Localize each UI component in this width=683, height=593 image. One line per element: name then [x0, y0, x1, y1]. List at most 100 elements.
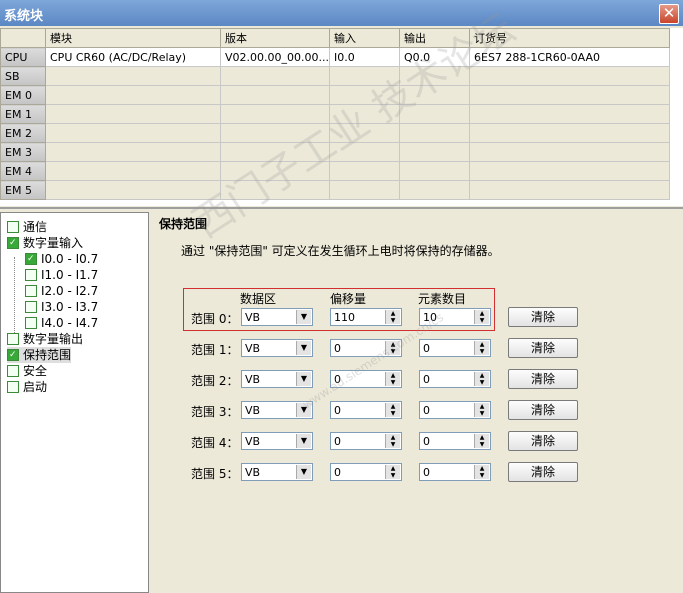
tree-item[interactable]: 通信	[7, 219, 47, 235]
element-count-stepper[interactable]: 0 ▲ ▼	[419, 463, 491, 481]
spin-arrows-icon[interactable]: ▲ ▼	[385, 403, 400, 417]
cell-input[interactable]	[329, 104, 400, 124]
chevron-down-icon[interactable]: ▼	[296, 310, 311, 324]
cell-version[interactable]	[220, 142, 330, 162]
cell-input[interactable]	[329, 142, 400, 162]
cell-input[interactable]	[329, 180, 400, 200]
element-count-stepper[interactable]: 0 ▲ ▼	[419, 401, 491, 419]
spin-arrows-icon[interactable]: ▲ ▼	[385, 341, 400, 355]
tree-item[interactable]: I0.0 - I0.7	[25, 251, 98, 267]
cell-output[interactable]	[399, 85, 470, 105]
cell-module[interactable]	[45, 123, 221, 143]
cell-output[interactable]	[399, 142, 470, 162]
cell-output[interactable]	[399, 180, 470, 200]
grid-header-3[interactable]: 输入	[329, 28, 400, 48]
cell-output[interactable]	[399, 161, 470, 181]
cell-output[interactable]	[399, 123, 470, 143]
spin-arrows-icon[interactable]: ▲ ▼	[474, 465, 489, 479]
cell-module[interactable]	[45, 104, 221, 124]
data-area-select[interactable]: VB ▼	[241, 370, 313, 388]
tree-item[interactable]: 保持范围	[7, 347, 72, 363]
spin-arrows-icon[interactable]: ▲ ▼	[385, 372, 400, 386]
spin-arrows-icon[interactable]: ▲ ▼	[474, 341, 489, 355]
element-count-stepper[interactable]: 0 ▲ ▼	[419, 432, 491, 450]
cell-output[interactable]: Q0.0	[399, 47, 470, 67]
cell-input[interactable]	[329, 123, 400, 143]
cell-version[interactable]	[220, 180, 330, 200]
cell-version[interactable]	[220, 161, 330, 181]
cell-version[interactable]	[220, 85, 330, 105]
clear-button[interactable]: 清除	[508, 338, 578, 358]
cell-order[interactable]	[469, 161, 670, 181]
tree-item[interactable]: I2.0 - I2.7	[25, 283, 98, 299]
cell-input[interactable]: I0.0	[329, 47, 400, 67]
offset-stepper[interactable]: 110 ▲ ▼	[330, 308, 402, 326]
data-area-select[interactable]: VB ▼	[241, 463, 313, 481]
grid-header-1[interactable]: 模块	[45, 28, 221, 48]
grid-header-5[interactable]: 订货号	[469, 28, 670, 48]
table-row[interactable]: EM 3	[0, 142, 670, 162]
offset-stepper[interactable]: 0 ▲ ▼	[330, 370, 402, 388]
clear-button[interactable]: 清除	[508, 462, 578, 482]
offset-stepper[interactable]: 0 ▲ ▼	[330, 463, 402, 481]
spin-arrows-icon[interactable]: ▲ ▼	[385, 310, 400, 324]
cell-order[interactable]	[469, 104, 670, 124]
close-button[interactable]: ✕	[659, 4, 679, 24]
grid-header-4[interactable]: 输出	[399, 28, 470, 48]
tree-item[interactable]: 数字量输出	[7, 331, 83, 347]
chevron-down-icon[interactable]: ▼	[296, 403, 311, 417]
grid-header-2[interactable]: 版本	[220, 28, 330, 48]
clear-button[interactable]: 清除	[508, 307, 578, 327]
data-area-select[interactable]: VB ▼	[241, 401, 313, 419]
table-row[interactable]: EM 5	[0, 180, 670, 200]
cell-output[interactable]	[399, 104, 470, 124]
cell-order[interactable]: 6ES7 288-1CR60-0AA0	[469, 47, 670, 67]
spin-arrows-icon[interactable]: ▲ ▼	[385, 434, 400, 448]
data-area-select[interactable]: VB ▼	[241, 432, 313, 450]
spin-arrows-icon[interactable]: ▲ ▼	[474, 372, 489, 386]
chevron-down-icon[interactable]: ▼	[296, 341, 311, 355]
cell-order[interactable]	[469, 142, 670, 162]
cell-module[interactable]: CPU CR60 (AC/DC/Relay)	[45, 47, 221, 67]
element-count-stepper[interactable]: 0 ▲ ▼	[419, 339, 491, 357]
cell-version[interactable]	[220, 66, 330, 86]
element-count-stepper[interactable]: 10 ▲ ▼	[419, 308, 491, 326]
tree-item[interactable]: 安全	[7, 363, 47, 379]
cell-order[interactable]	[469, 180, 670, 200]
cell-module[interactable]	[45, 180, 221, 200]
cell-version[interactable]: V02.00.00_00.00...	[220, 47, 330, 67]
data-area-select[interactable]: VB ▼	[241, 308, 313, 326]
clear-button[interactable]: 清除	[508, 400, 578, 420]
tree-item[interactable]: 启动	[7, 379, 47, 395]
cell-order[interactable]	[469, 85, 670, 105]
table-row[interactable]: EM 4	[0, 161, 670, 181]
cell-output[interactable]	[399, 66, 470, 86]
cell-order[interactable]	[469, 123, 670, 143]
spin-arrows-icon[interactable]: ▲ ▼	[474, 403, 489, 417]
cell-version[interactable]	[220, 104, 330, 124]
table-row[interactable]: EM 2	[0, 123, 670, 143]
table-row[interactable]: SB	[0, 66, 670, 86]
cell-order[interactable]	[469, 66, 670, 86]
tree-item[interactable]: 数字量输入	[7, 235, 83, 251]
data-area-select[interactable]: VB ▼	[241, 339, 313, 357]
tree-item[interactable]: I1.0 - I1.7	[25, 267, 98, 283]
chevron-down-icon[interactable]: ▼	[296, 372, 311, 386]
chevron-down-icon[interactable]: ▼	[296, 465, 311, 479]
offset-stepper[interactable]: 0 ▲ ▼	[330, 339, 402, 357]
chevron-down-icon[interactable]: ▼	[296, 434, 311, 448]
cell-input[interactable]	[329, 161, 400, 181]
splitter[interactable]	[0, 207, 683, 209]
spin-arrows-icon[interactable]: ▲ ▼	[474, 310, 489, 324]
table-row[interactable]: EM 1	[0, 104, 670, 124]
cell-input[interactable]	[329, 66, 400, 86]
cell-version[interactable]	[220, 123, 330, 143]
cell-module[interactable]	[45, 85, 221, 105]
table-row[interactable]: CPU CPU CR60 (AC/DC/Relay) V02.00.00_00.00…	[0, 47, 670, 67]
offset-stepper[interactable]: 0 ▲ ▼	[330, 401, 402, 419]
tree-item[interactable]: I4.0 - I4.7	[25, 315, 98, 331]
table-row[interactable]: EM 0	[0, 85, 670, 105]
element-count-stepper[interactable]: 0 ▲ ▼	[419, 370, 491, 388]
clear-button[interactable]: 清除	[508, 369, 578, 389]
cell-input[interactable]	[329, 85, 400, 105]
